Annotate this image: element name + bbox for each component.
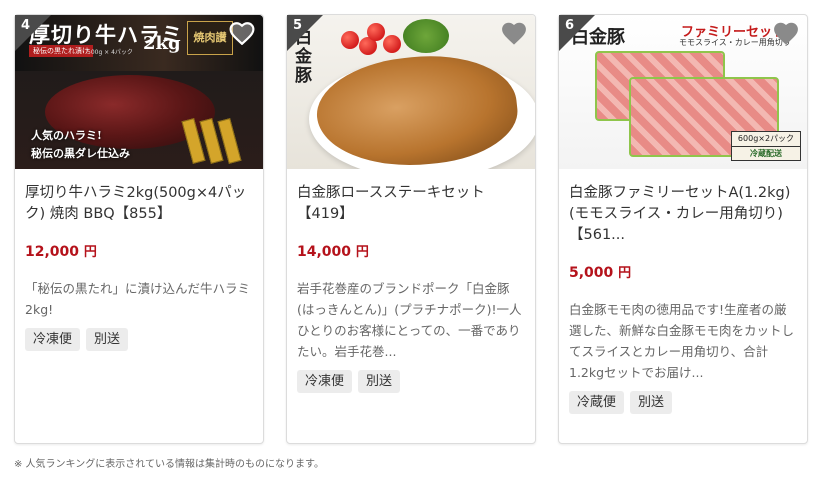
brand-seal-text: 焼肉讃 (193, 31, 227, 44)
price-unit: 円 (83, 245, 97, 260)
tag-list: 冷蔵便 別送 (569, 391, 797, 414)
shipping-tag: 冷蔵便 (569, 391, 625, 414)
price-value: 12,000 (25, 244, 80, 260)
heart-icon[interactable] (773, 21, 799, 45)
product-description: 岩手花巻産のブランドポーク「白金豚(はっきんとん)」(プラチナポーク)!一人ひと… (297, 281, 522, 359)
image-pack-text: 500g × 4パック (87, 49, 133, 56)
heart-icon[interactable] (229, 21, 255, 45)
heart-icon[interactable] (501, 21, 527, 45)
product-image[interactable]: 厚切り牛ハラミ 秘伝の黒たれ漬け 500g × 4パック 2kg 焼肉讃 人気の… (15, 15, 263, 169)
product-image[interactable]: 白金豚 ファミリーセット モモスライス・カレー用角切り 600g×2パック 冷蔵… (559, 15, 807, 169)
product-title[interactable]: 白金豚ロースステーキセット【419】 (297, 183, 525, 225)
product-title[interactable]: 白金豚ファミリーセットA(1.2kg)(モモスライス・カレー用角切り)【561.… (569, 183, 797, 246)
price-value: 14,000 (297, 244, 352, 260)
price-unit: 円 (355, 245, 369, 260)
product-price: 5,000 円 (569, 262, 797, 281)
tag-list: 冷凍便 別送 (25, 328, 253, 351)
tomato-illustration (341, 31, 359, 49)
broccoli-illustration (403, 19, 449, 53)
tomato-illustration (367, 23, 385, 41)
price-unit: 円 (618, 266, 632, 281)
product-price: 14,000 円 (297, 241, 525, 260)
shipping-tag: 別送 (630, 391, 673, 414)
image-weight-text: 2kg (143, 33, 181, 54)
price-value: 5,000 (569, 265, 614, 281)
shipping-tag: 冷凍便 (25, 328, 81, 351)
rank-number: 4 (21, 18, 31, 33)
product-card[interactable]: 白金豚 ファミリーセット モモスライス・カレー用角切り 600g×2パック 冷蔵… (558, 14, 808, 444)
product-description: 「秘伝の黒たれ」に漬け込んだ牛ハラミ2kg! (25, 281, 251, 317)
ranking-footnote: ※ 人気ランキングに表示されている情報は集計時のものになります。 (14, 459, 324, 470)
product-card[interactable]: 白金豚 5 白金豚ロースステーキセット【419】 14,000 円 岩手花巻産の… (286, 14, 536, 444)
shipping-tag: 別送 (358, 370, 401, 393)
shipping-tag: 冷凍便 (297, 370, 353, 393)
tag-list: 冷凍便 別送 (297, 370, 525, 393)
shipping-tag: 別送 (86, 328, 129, 351)
rank-number: 5 (293, 18, 303, 33)
package-label-shipping: 冷蔵配送 (750, 149, 782, 158)
package-label-weight: 600g×2パック (732, 132, 800, 147)
product-card[interactable]: 厚切り牛ハラミ 秘伝の黒たれ漬け 500g × 4パック 2kg 焼肉讃 人気の… (14, 14, 264, 444)
product-image[interactable]: 白金豚 (287, 15, 535, 169)
brand-seal: 焼肉讃 (187, 21, 233, 55)
tomato-illustration (383, 35, 401, 53)
product-title[interactable]: 厚切り牛ハラミ2kg(500g×4パック) 焼肉 BBQ【855】 (25, 183, 253, 225)
product-price: 12,000 円 (25, 241, 253, 260)
product-description: 白金豚モモ肉の徳用品です!生産者の厳選した、新鮮な白金豚モモ肉をカットしてスライ… (569, 302, 795, 380)
image-caption: 秘伝の黒ダレ仕込み (31, 147, 130, 160)
package-label: 600g×2パック 冷蔵配送 (731, 131, 801, 161)
rank-number: 6 (565, 18, 575, 33)
image-caption: 人気のハラミ! (31, 129, 102, 142)
